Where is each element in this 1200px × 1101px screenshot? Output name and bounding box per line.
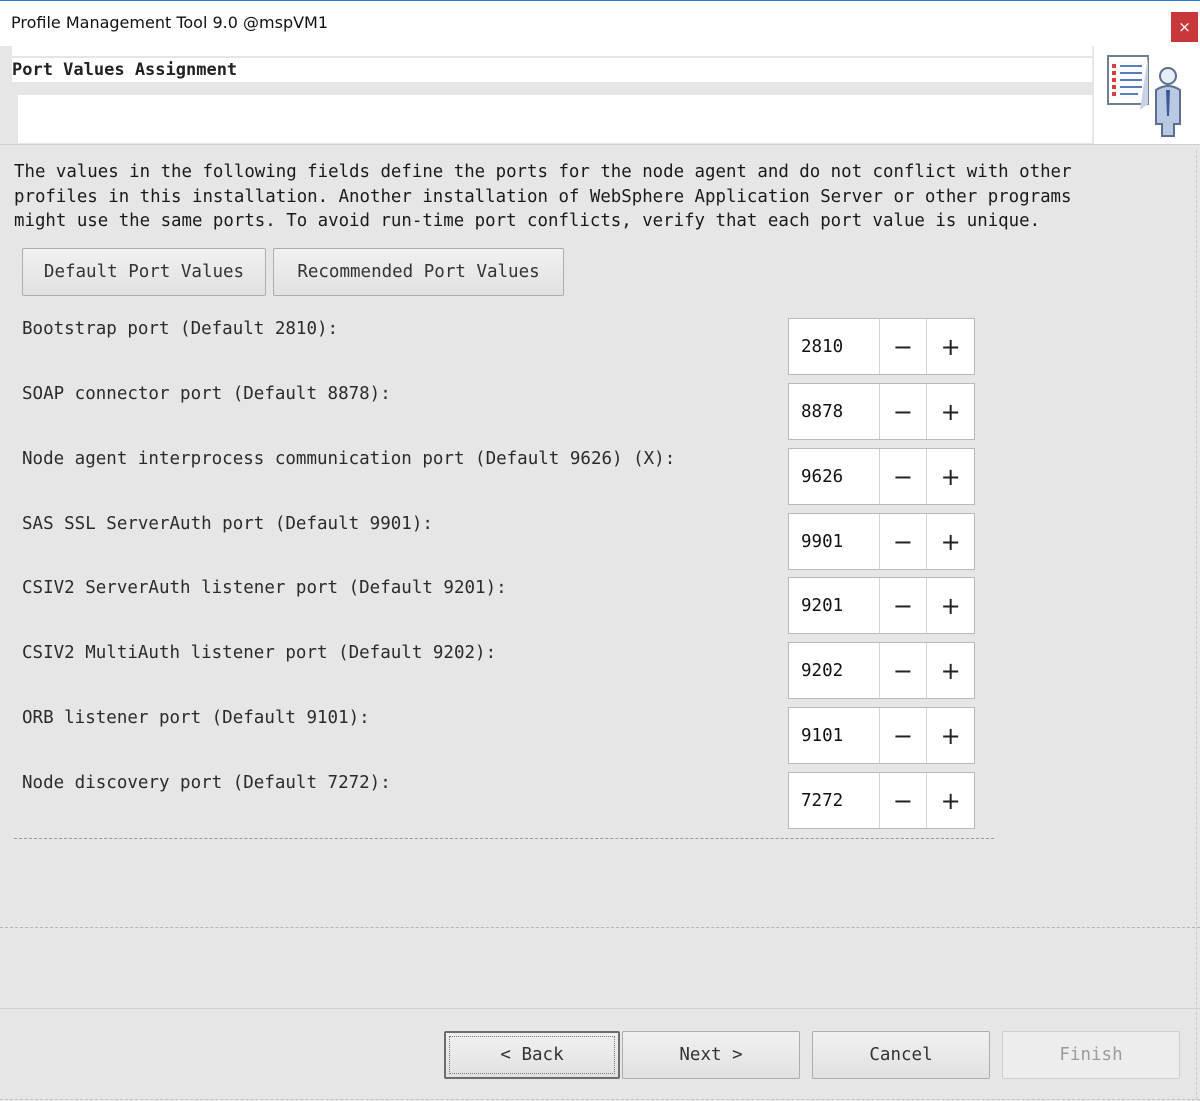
decrement-button[interactable]: − (880, 319, 928, 374)
bootstrap-port-input[interactable]: 2810 (789, 319, 880, 374)
orb-listener-port-label: ORB listener port (Default 9101): (22, 708, 370, 728)
increment-button[interactable]: + (927, 514, 974, 569)
title-bar: Profile Management Tool 9.0 @mspVM1 × (0, 0, 1200, 46)
increment-button[interactable]: + (927, 773, 974, 828)
decrement-button[interactable]: − (880, 384, 928, 439)
decrement-button[interactable]: − (880, 643, 928, 698)
csiv2-multiauth-port-input[interactable]: 9202 (789, 643, 880, 698)
increment-button[interactable]: + (927, 578, 974, 633)
page-title: Port Values Assignment (12, 58, 1092, 82)
page-description: The values in the following fields defin… (14, 162, 1072, 231)
csiv2-multiauth-port-spinner: 9202 − + (788, 642, 975, 699)
next-button[interactable]: Next > (622, 1031, 800, 1079)
window-title: Profile Management Tool 9.0 @mspVM1 (11, 13, 329, 32)
wizard-banner-icon (1094, 46, 1200, 144)
footer-separator (0, 1008, 1200, 1009)
node-discovery-port-label: Node discovery port (Default 7272): (22, 773, 391, 793)
header-separator (0, 144, 1200, 145)
increment-button[interactable]: + (927, 319, 974, 374)
orb-listener-port-input[interactable]: 9101 (789, 708, 880, 763)
clipped-row-edge (14, 838, 994, 842)
sas-ssl-serverauth-port-input[interactable]: 9901 (789, 514, 880, 569)
node-agent-ipc-port-spinner: 9626 − + (788, 448, 975, 505)
decrement-button[interactable]: − (880, 578, 928, 633)
decrement-button[interactable]: − (880, 708, 928, 763)
csiv2-multiauth-port-label: CSIV2 MultiAuth listener port (Default 9… (22, 643, 497, 663)
node-agent-ipc-port-label: Node agent interprocess communication po… (22, 449, 676, 469)
node-discovery-port-input[interactable]: 7272 (789, 773, 880, 828)
window-bottom-edge (0, 1099, 1200, 1100)
orb-listener-port-spinner: 9101 − + (788, 707, 975, 764)
decrement-button[interactable]: − (880, 449, 928, 504)
soap-connector-port-spinner: 8878 − + (788, 383, 975, 440)
node-agent-ipc-port-input[interactable]: 9626 (789, 449, 880, 504)
banner-stripe (12, 46, 1092, 56)
bootstrap-port-spinner: 2810 − + (788, 318, 975, 375)
cancel-button[interactable]: Cancel (812, 1031, 990, 1079)
scroll-area-boundary (0, 927, 1200, 928)
increment-button[interactable]: + (927, 449, 974, 504)
sas-ssl-serverauth-port-label: SAS SSL ServerAuth port (Default 9901): (22, 514, 433, 534)
increment-button[interactable]: + (927, 708, 974, 763)
csiv2-serverauth-port-label: CSIV2 ServerAuth listener port (Default … (22, 578, 507, 598)
recommended-port-values-button[interactable]: Recommended Port Values (273, 248, 564, 296)
bootstrap-port-label: Bootstrap port (Default 2810): (22, 319, 339, 339)
banner-area (18, 95, 1092, 143)
increment-button[interactable]: + (927, 384, 974, 439)
csiv2-serverauth-port-spinner: 9201 − + (788, 577, 975, 634)
decrement-button[interactable]: − (880, 514, 928, 569)
finish-button[interactable]: Finish (1002, 1031, 1180, 1079)
soap-connector-port-label: SOAP connector port (Default 8878): (22, 384, 391, 404)
soap-connector-port-input[interactable]: 8878 (789, 384, 880, 439)
increment-button[interactable]: + (927, 643, 974, 698)
close-button[interactable]: × (1171, 12, 1198, 42)
default-port-values-button[interactable]: Default Port Values (22, 248, 266, 296)
node-discovery-port-spinner: 7272 − + (788, 772, 975, 829)
decrement-button[interactable]: − (880, 773, 928, 828)
sas-ssl-serverauth-port-spinner: 9901 − + (788, 513, 975, 570)
scroll-area-right-edge (1196, 150, 1197, 1100)
csiv2-serverauth-port-input[interactable]: 9201 (789, 578, 880, 633)
back-button[interactable]: < Back (444, 1031, 620, 1079)
